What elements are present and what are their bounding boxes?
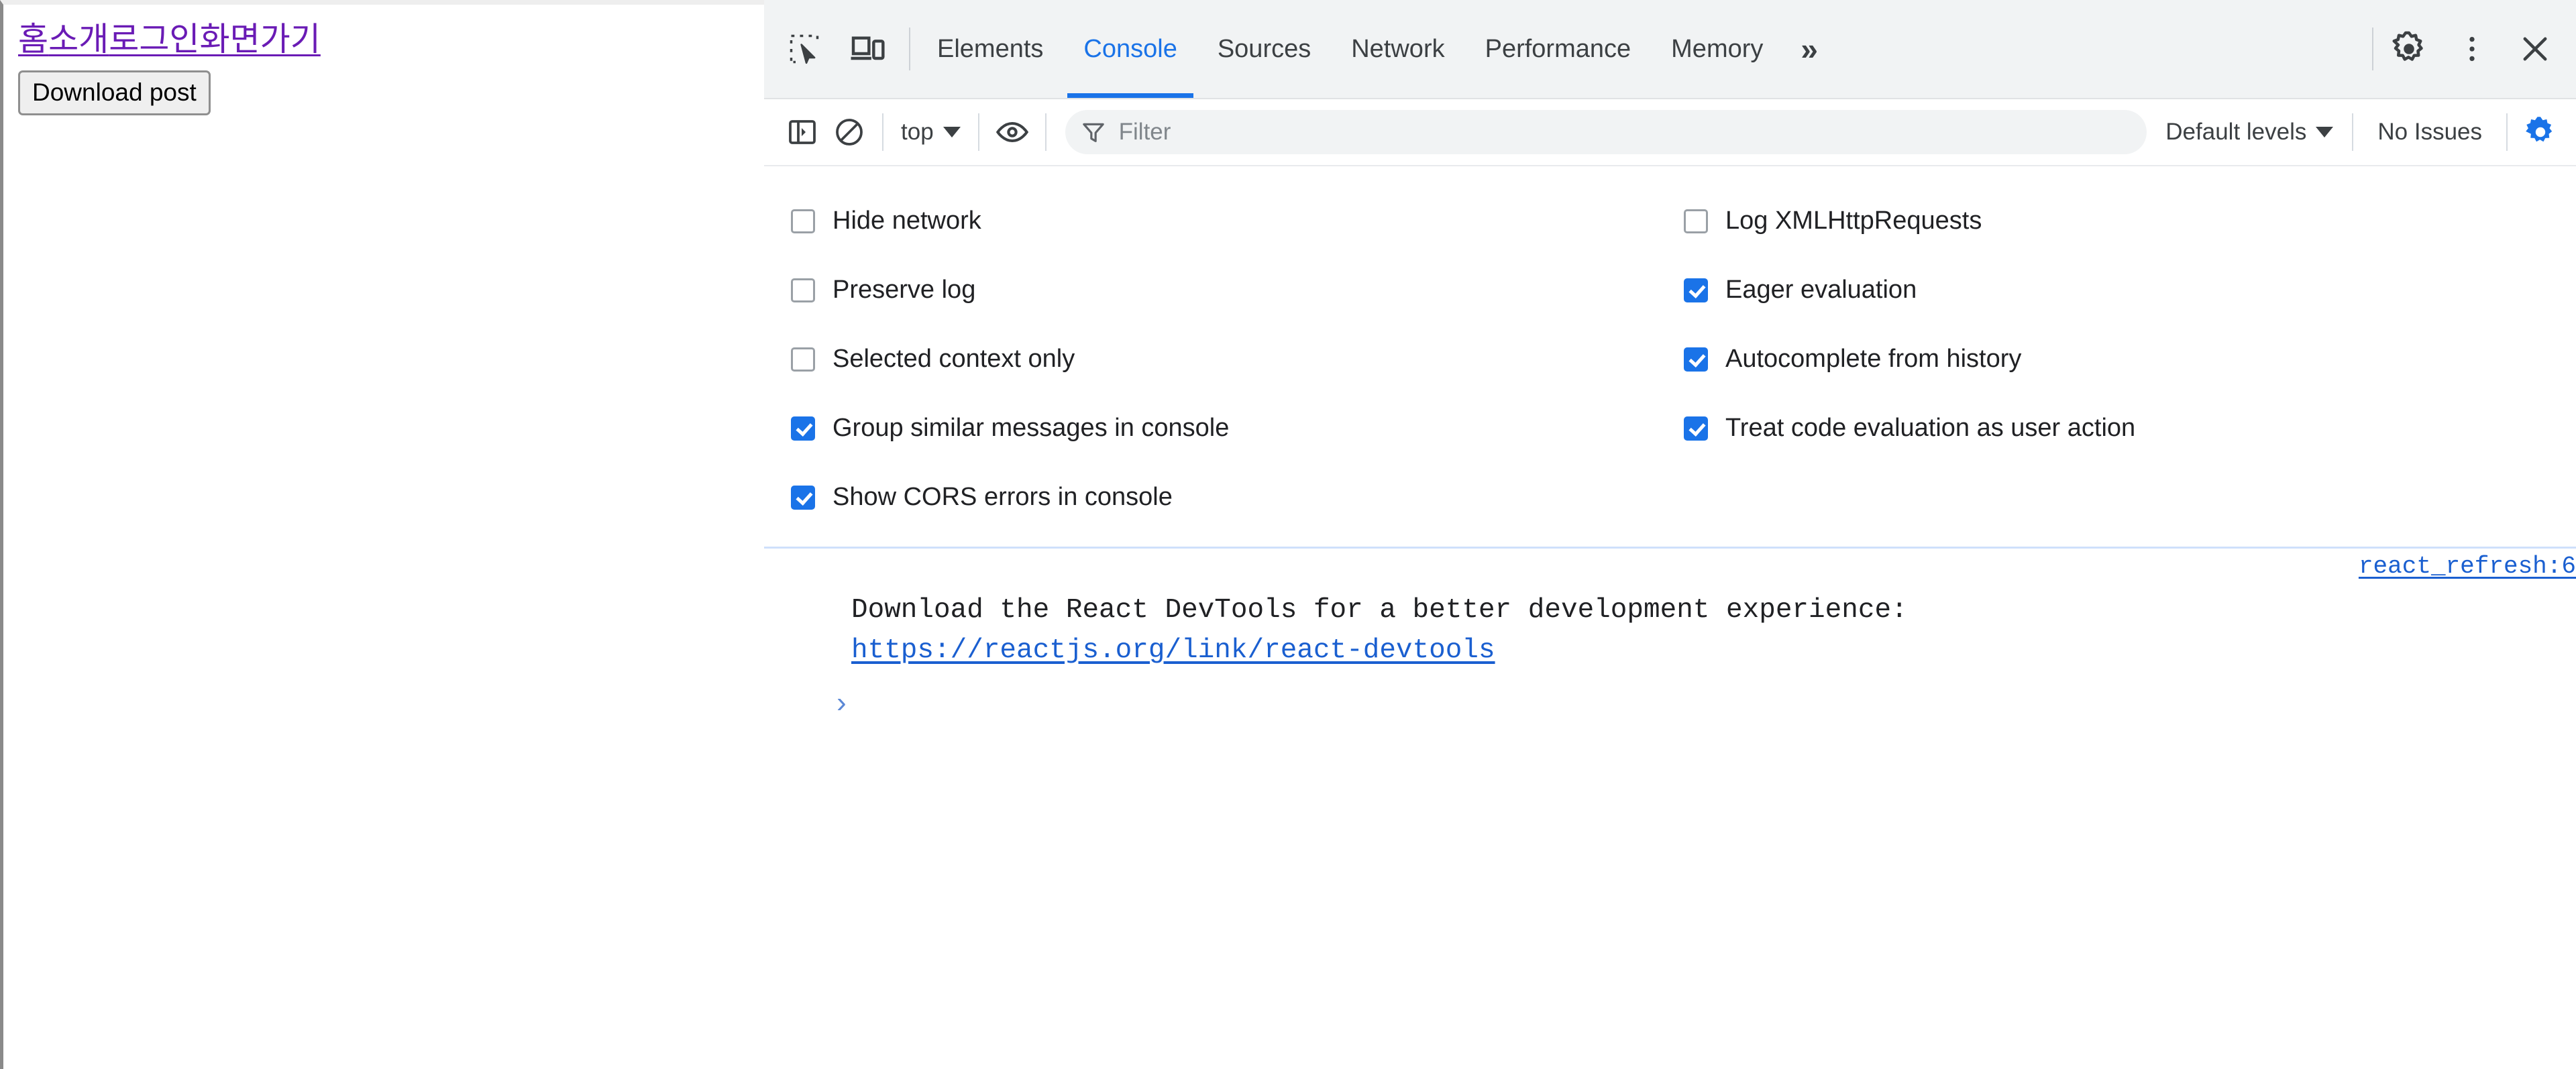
hide-network-label: Hide network — [833, 207, 981, 235]
funnel-icon — [1082, 123, 1104, 142]
show-cors-errors-label: Show CORS errors in console — [833, 483, 1173, 511]
preserve-log-checkbox[interactable] — [791, 278, 815, 302]
setting-treat-code-evaluation[interactable]: Treat code evaluation as user action — [1684, 394, 2576, 463]
setting-selected-context-only[interactable]: Selected context only — [791, 325, 1673, 394]
nav-link-group: 홈소개로그인화면가기 — [18, 19, 764, 60]
page-content: 홈소개로그인화면가기 Download post — [3, 5, 764, 115]
console-message-text: Download the React DevTools for a better… — [851, 595, 1908, 626]
treat-code-evaluation-checkbox[interactable] — [1684, 416, 1708, 441]
treat-code-evaluation-label: Treat code evaluation as user action — [1725, 414, 2136, 442]
devtools-tabstrip-actions — [2380, 0, 2576, 98]
console-message: Download the React DevTools for a better… — [764, 587, 2576, 671]
execution-context-select[interactable]: top — [893, 110, 969, 154]
console-message-source-row: react_refresh:6 — [764, 549, 2576, 587]
web-page-viewport: 홈소개로그인화면가기 Download post — [0, 0, 764, 1069]
screen-root: 홈소개로그인화면가기 Download post Elements Consol… — [0, 0, 2576, 1069]
devtools-panel: Elements Console Sources Network Perform… — [764, 0, 2576, 1069]
devtools-tool-icons — [764, 0, 902, 98]
autocomplete-from-history-checkbox[interactable] — [1684, 347, 1708, 372]
tab-network[interactable]: Network — [1331, 0, 1464, 98]
filter-placeholder: Filter — [1118, 119, 1171, 145]
tabstrip-right-divider — [2372, 27, 2373, 70]
log-xmlhttprequests-label: Log XMLHttpRequests — [1725, 207, 1982, 235]
setting-preserve-log[interactable]: Preserve log — [791, 256, 1673, 325]
group-similar-messages-label: Group similar messages in console — [833, 414, 1230, 442]
tabs-overflow-chevron-icon[interactable]: » — [1783, 0, 1835, 98]
console-prompt-row[interactable]: › — [764, 671, 2576, 735]
log-xmlhttprequests-checkbox[interactable] — [1684, 209, 1708, 233]
nav-link-home[interactable]: 홈 — [18, 19, 48, 60]
nav-link-login[interactable]: 로그인 — [109, 19, 199, 60]
console-filter-toolbar: top Filter Default levels No Issues — [764, 99, 2576, 166]
console-message-link[interactable]: https://reactjs.org/link/react-devtools — [851, 630, 2576, 671]
filterbar-divider-5 — [2506, 113, 2508, 151]
execution-context-value: top — [901, 119, 934, 145]
setting-show-cors-errors[interactable]: Show CORS errors in console — [791, 463, 1673, 532]
nav-link-about[interactable]: 소개 — [48, 19, 109, 60]
filterbar-divider-4 — [2352, 113, 2354, 151]
filterbar-divider-1 — [882, 113, 883, 151]
log-levels-value: Default levels — [2165, 119, 2307, 145]
console-sidebar-icon[interactable] — [779, 109, 826, 156]
autocomplete-from-history-label: Autocomplete from history — [1725, 345, 2022, 373]
live-expression-eye-icon[interactable] — [989, 109, 1036, 156]
preserve-log-label: Preserve log — [833, 276, 976, 304]
hide-network-checkbox[interactable] — [791, 209, 815, 233]
kebab-menu-icon[interactable] — [2443, 20, 2501, 78]
eager-evaluation-checkbox[interactable] — [1684, 278, 1708, 302]
console-settings-panel: Hide network Preserve log Selected conte… — [764, 166, 2576, 549]
chevron-down-icon — [943, 127, 961, 137]
setting-hide-network[interactable]: Hide network — [791, 186, 1673, 256]
devtools-tabstrip: Elements Console Sources Network Perform… — [764, 0, 2576, 99]
console-settings-gear-icon[interactable] — [2517, 109, 2564, 156]
tabstrip-divider — [909, 27, 910, 70]
tab-performance[interactable]: Performance — [1465, 0, 1652, 98]
nav-link-goto-screen[interactable]: 화면가기 — [200, 19, 321, 60]
download-button-wrap: Download post — [18, 70, 764, 115]
console-settings-right-column: Log XMLHttpRequests Eager evaluation Aut… — [1673, 186, 2576, 532]
tab-elements[interactable]: Elements — [917, 0, 1063, 98]
console-output: react_refresh:6 Download the React DevTo… — [764, 549, 2576, 735]
tab-sources[interactable]: Sources — [1197, 0, 1331, 98]
clear-console-icon[interactable] — [826, 109, 873, 156]
device-toolbar-icon[interactable] — [842, 23, 893, 74]
filter-input[interactable]: Filter — [1065, 110, 2147, 154]
show-cors-errors-checkbox[interactable] — [791, 485, 815, 510]
log-levels-select[interactable]: Default levels — [2156, 110, 2343, 154]
inspect-element-icon[interactable] — [779, 23, 830, 74]
selected-context-only-checkbox[interactable] — [791, 347, 815, 372]
setting-group-similar-messages[interactable]: Group similar messages in console — [791, 394, 1673, 463]
setting-eager-evaluation[interactable]: Eager evaluation — [1684, 256, 2576, 325]
gear-icon[interactable] — [2380, 20, 2438, 78]
filterbar-divider-3 — [1044, 113, 1046, 151]
tab-console[interactable]: Console — [1063, 0, 1197, 98]
console-settings-left-column: Hide network Preserve log Selected conte… — [764, 186, 1673, 532]
devtools-tabs: Elements Console Sources Network Perform… — [917, 0, 2365, 98]
filterbar-divider-2 — [977, 113, 979, 151]
console-prompt-caret-icon: › — [837, 686, 847, 719]
group-similar-messages-checkbox[interactable] — [791, 416, 815, 441]
selected-context-only-label: Selected context only — [833, 345, 1075, 373]
chevron-down-icon — [2316, 127, 2334, 137]
tab-memory[interactable]: Memory — [1651, 0, 1783, 98]
setting-autocomplete-from-history[interactable]: Autocomplete from history — [1684, 325, 2576, 394]
download-post-button[interactable]: Download post — [18, 70, 211, 115]
issues-counter[interactable]: No Issues — [2363, 119, 2497, 146]
eager-evaluation-label: Eager evaluation — [1725, 276, 1917, 304]
close-icon[interactable] — [2506, 20, 2564, 78]
console-source-link[interactable]: react_refresh:6 — [2359, 553, 2576, 580]
setting-log-xmlhttprequests[interactable]: Log XMLHttpRequests — [1684, 186, 2576, 256]
